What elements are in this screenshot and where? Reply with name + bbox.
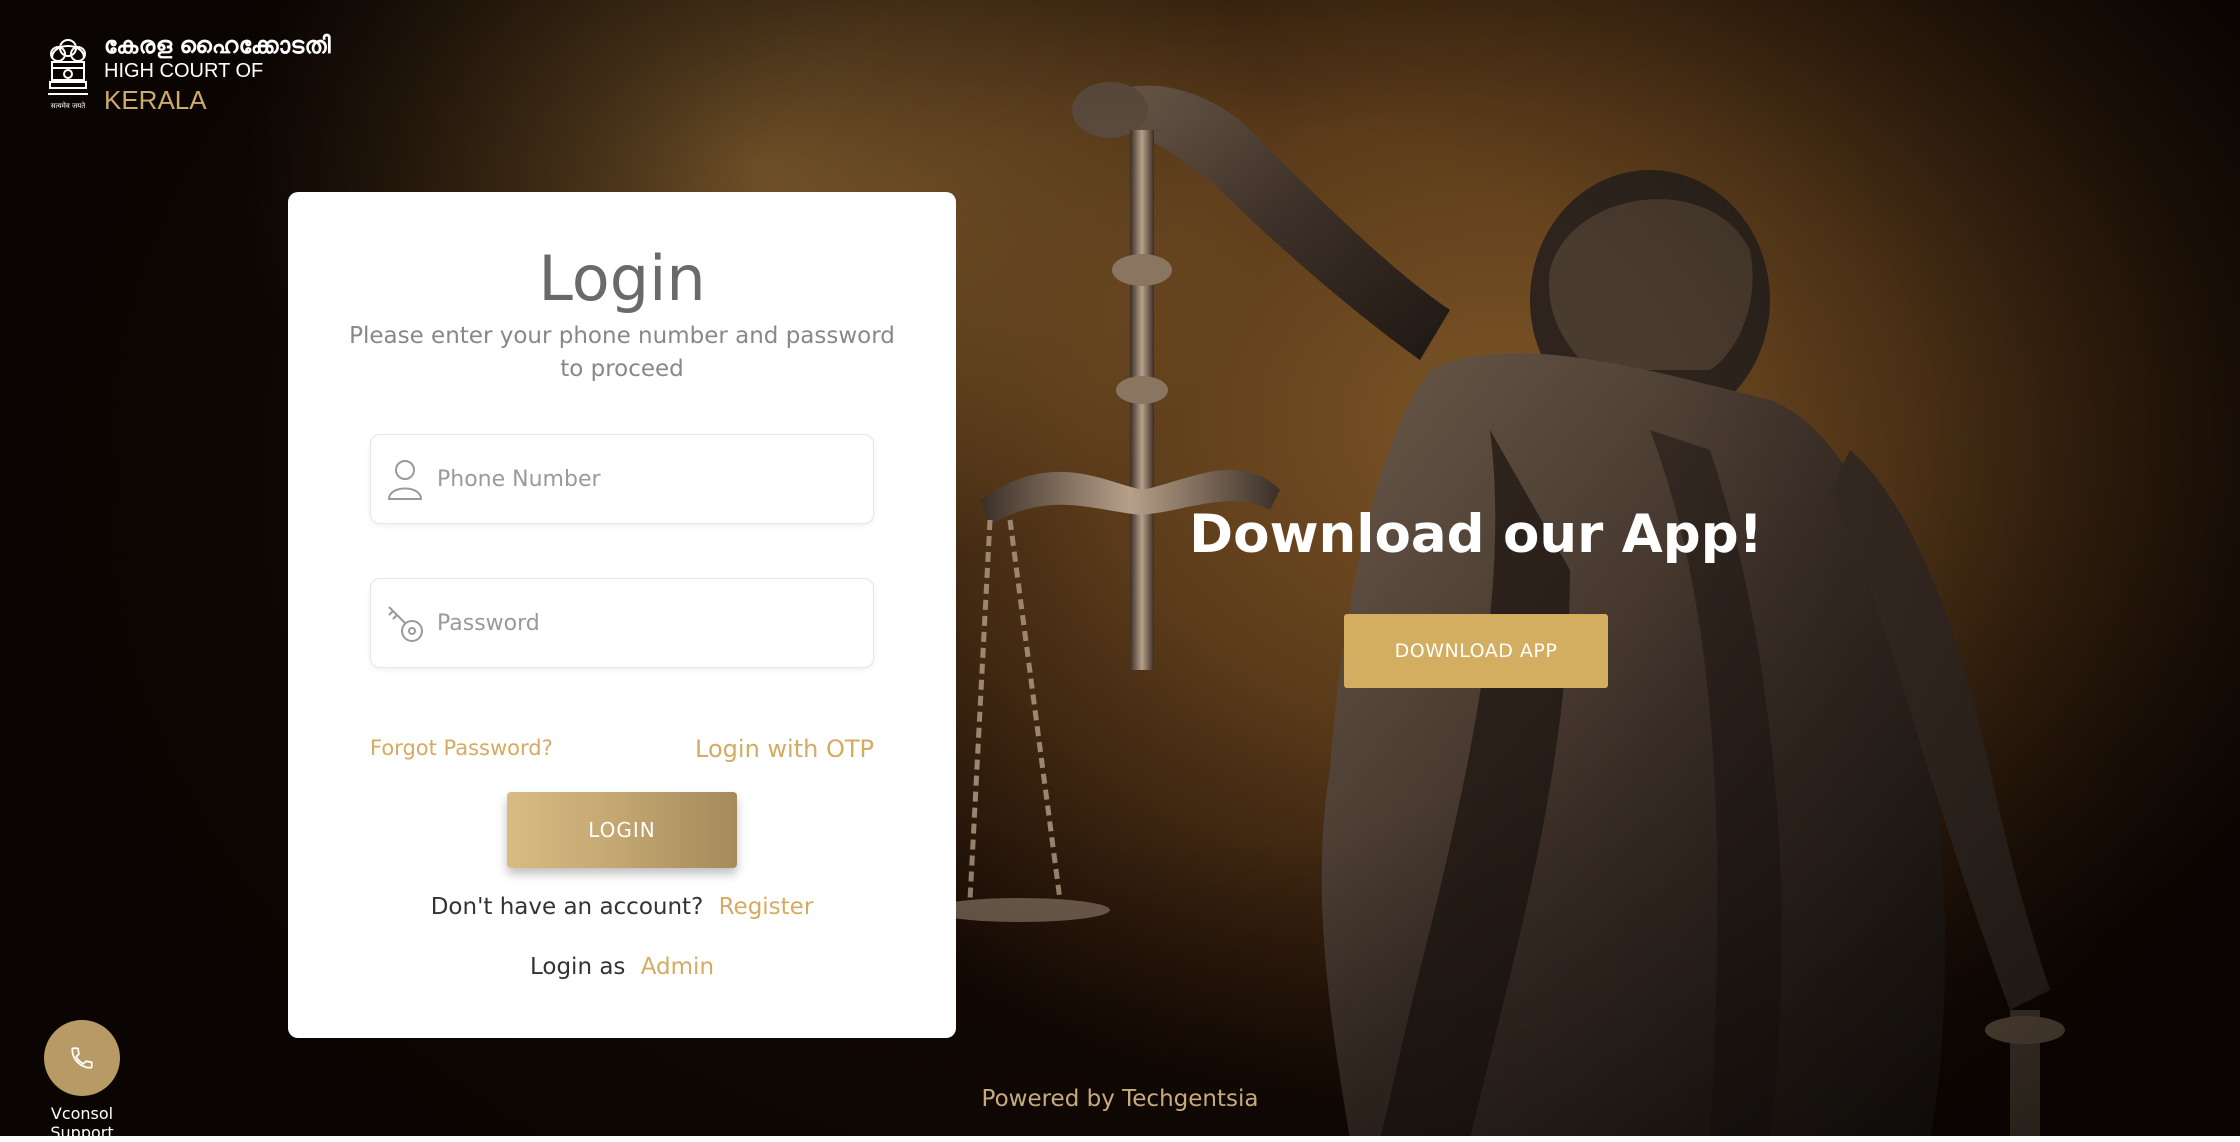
svg-text:सत्यमेव जयते: सत्यमेव जयते <box>51 101 86 110</box>
forgot-password-link[interactable]: Forgot Password? <box>370 736 553 760</box>
login-title: Login <box>538 242 706 315</box>
login-as-text: Login as <box>529 954 626 980</box>
emblem-icon: सत्यमेव जयते <box>48 39 88 110</box>
admin-link[interactable]: Admin <box>641 954 714 980</box>
vconsol-support-widget: Vconsol Support <box>20 1020 144 1142</box>
download-app-heading: Download our App! <box>1189 504 1763 565</box>
support-call-button[interactable] <box>44 1020 120 1096</box>
key-icon <box>388 606 423 642</box>
login-as-row: Login as Admin <box>288 954 956 980</box>
logo-kerala-text: KERALA <box>104 85 207 115</box>
phone-icon <box>71 1047 93 1069</box>
no-account-text: Don't have an account? <box>430 894 704 920</box>
password-field[interactable] <box>370 578 874 668</box>
download-app-button[interactable]: DOWNLOAD APP <box>1344 614 1608 688</box>
user-icon <box>387 460 423 500</box>
register-link[interactable]: Register <box>719 894 814 920</box>
logo-high-court-text: HIGH COURT OF <box>104 60 264 82</box>
password-input[interactable] <box>435 609 873 637</box>
login-subtitle: Please enter your phone number and passw… <box>349 323 895 382</box>
logo-malayalam-text: കേരള ഹൈക്കോടതി <box>104 32 332 58</box>
phone-input[interactable] <box>435 465 873 493</box>
login-card: Login Please enter your phone number and… <box>288 192 956 1038</box>
login-button[interactable]: LOGIN <box>507 792 737 868</box>
register-row: Don't have an account? Register <box>288 894 956 920</box>
phone-field[interactable] <box>370 434 874 524</box>
login-with-otp-link[interactable]: Login with OTP <box>695 735 874 763</box>
high-court-logo[interactable]: सत्यमेव जयते കേരള ഹൈക്കോടതി HIGH COURT O… <box>42 28 331 116</box>
powered-by-text: Powered by Techgentsia <box>981 1086 1259 1112</box>
